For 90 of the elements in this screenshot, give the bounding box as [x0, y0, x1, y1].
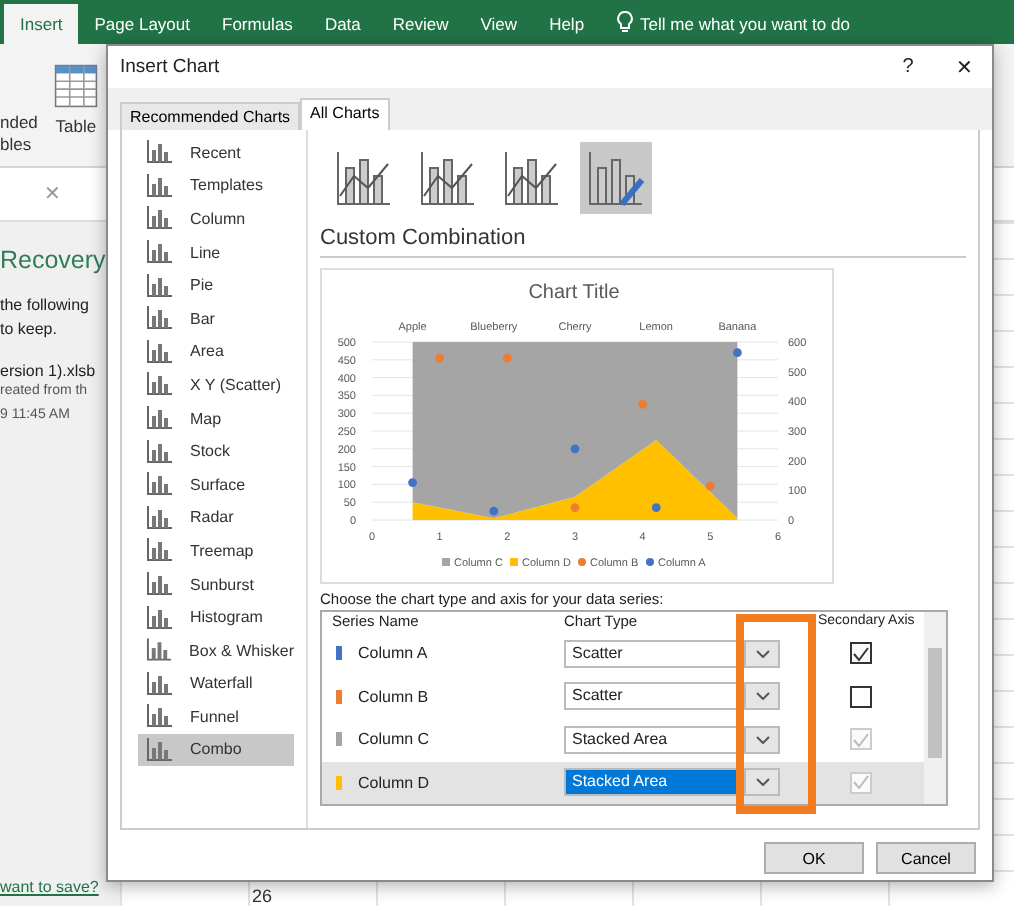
- row-number: 26: [252, 886, 273, 906]
- chart-type-item[interactable]: Line: [138, 235, 294, 269]
- pane-title: Recovery: [0, 246, 108, 274]
- legend-marker: [578, 558, 586, 566]
- save-link[interactable]: want to save?: [0, 878, 120, 896]
- cancel-button[interactable]: Cancel: [876, 842, 976, 874]
- tell-me-field[interactable]: Tell me what you want to do: [640, 14, 850, 44]
- legend-swatch: [510, 558, 518, 566]
- chart-type-item[interactable]: Radar: [138, 501, 294, 535]
- ribbon-tab[interactable]: Review: [376, 14, 465, 44]
- chart-title: Chart Title: [528, 282, 620, 304]
- scatter-point: [570, 444, 580, 454]
- chart-type-item[interactable]: Box & Whisker: [138, 633, 294, 667]
- table-button[interactable]: Table: [53, 64, 98, 136]
- chart-type-icon: [146, 472, 172, 497]
- chart-type-icon: [146, 140, 172, 165]
- chart-type-item[interactable]: Histogram: [138, 600, 294, 634]
- pane-text: to keep.: [0, 318, 59, 342]
- chart-type-item[interactable]: Funnel: [138, 700, 294, 734]
- chart-type-icon: [146, 671, 172, 696]
- chart-type-item[interactable]: Map: [138, 401, 294, 435]
- lightbulb-icon: [616, 10, 635, 34]
- chart-type-item[interactable]: Treemap: [138, 534, 294, 568]
- chart-type-icon: [146, 406, 172, 431]
- combo-chart-icon: [586, 148, 646, 208]
- ok-button[interactable]: OK: [764, 842, 864, 874]
- chart-type-icon: [146, 339, 172, 364]
- scatter-point: [570, 503, 580, 512]
- ribbon-tab[interactable]: View: [464, 14, 534, 44]
- chart-type-item[interactable]: Waterfall: [138, 667, 294, 701]
- chart-type-icon: [146, 173, 172, 198]
- chart-type-icon: [146, 306, 172, 331]
- series-name: Column A: [358, 644, 428, 663]
- series-name: Column C: [358, 730, 430, 749]
- chart-type-icon: [146, 240, 172, 265]
- chart-type-item[interactable]: Stock: [138, 434, 294, 468]
- scatter-point: [651, 503, 661, 512]
- chart-type-item[interactable]: Templates: [138, 169, 294, 203]
- ribbon-tab[interactable]: Help: [533, 14, 601, 44]
- chart-type-icon: [146, 538, 172, 563]
- dialog-tab[interactable]: All Charts: [300, 98, 390, 130]
- chart-type-icon: [146, 704, 172, 729]
- dialog-tab[interactable]: Recommended Charts: [120, 102, 301, 130]
- chart-type-icon: [146, 206, 172, 231]
- scatter-point: [638, 399, 648, 409]
- series-name: Column D: [358, 773, 430, 792]
- chart-type-item[interactable]: Sunburst: [138, 567, 294, 601]
- scatter-point: [489, 506, 499, 516]
- chart-type-item[interactable]: Area: [138, 335, 294, 369]
- legend-swatch: [442, 558, 450, 566]
- secondary-axis-checkbox[interactable]: [849, 642, 871, 665]
- chart-type-item[interactable]: X Y (Scatter): [138, 368, 294, 402]
- chart-type-icon: [146, 572, 172, 597]
- chart-type-item[interactable]: Recent: [138, 136, 294, 170]
- table-icon: [53, 64, 98, 108]
- chart-type-icon: [146, 505, 172, 530]
- chart-type-item[interactable]: Pie: [138, 268, 294, 302]
- scatter-point: [408, 478, 417, 487]
- scatter-point: [733, 348, 742, 358]
- chart-type-item[interactable]: Column: [138, 202, 294, 236]
- help-button[interactable]: ?: [880, 56, 936, 78]
- chart-type-item[interactable]: Bar: [138, 301, 294, 336]
- chart-type-item[interactable]: Surface: [138, 467, 294, 502]
- scatter-point: [502, 353, 512, 363]
- ribbon-tab[interactable]: Formulas: [206, 14, 309, 44]
- pane-text: the following: [0, 294, 91, 318]
- scatter-point: [705, 481, 715, 491]
- ribbon-tab[interactable]: Page Layout: [78, 14, 206, 44]
- ribbon-tab[interactable]: Data: [308, 14, 377, 44]
- series-name: Column B: [358, 687, 429, 706]
- combo-chart-icon: [502, 148, 562, 208]
- legend-marker: [646, 558, 654, 566]
- chart-type-icon: [146, 605, 172, 630]
- scatter-point: [435, 353, 445, 363]
- chart-type-item[interactable]: Combo: [138, 733, 294, 767]
- close-button[interactable]: ✕: [936, 55, 992, 79]
- combo-chart-icon: [334, 148, 394, 208]
- chart-type-icon: [146, 638, 172, 663]
- recommended-tables-button[interactable]: nded bles: [0, 64, 38, 156]
- chart-type-icon: [146, 372, 172, 397]
- chart-type-icon: [146, 737, 172, 762]
- secondary-axis-checkbox[interactable]: [849, 685, 871, 708]
- ribbon-tab[interactable]: Insert: [4, 4, 79, 44]
- chart-type-icon: [146, 273, 172, 298]
- section-heading: Custom Combination: [320, 214, 966, 258]
- combo-subtype-button[interactable]: [580, 142, 652, 214]
- scrollbar[interactable]: [924, 612, 946, 804]
- chart-type-icon: [146, 439, 172, 464]
- combo-chart-icon: [418, 148, 478, 208]
- dialog-title: Insert Chart: [120, 56, 222, 78]
